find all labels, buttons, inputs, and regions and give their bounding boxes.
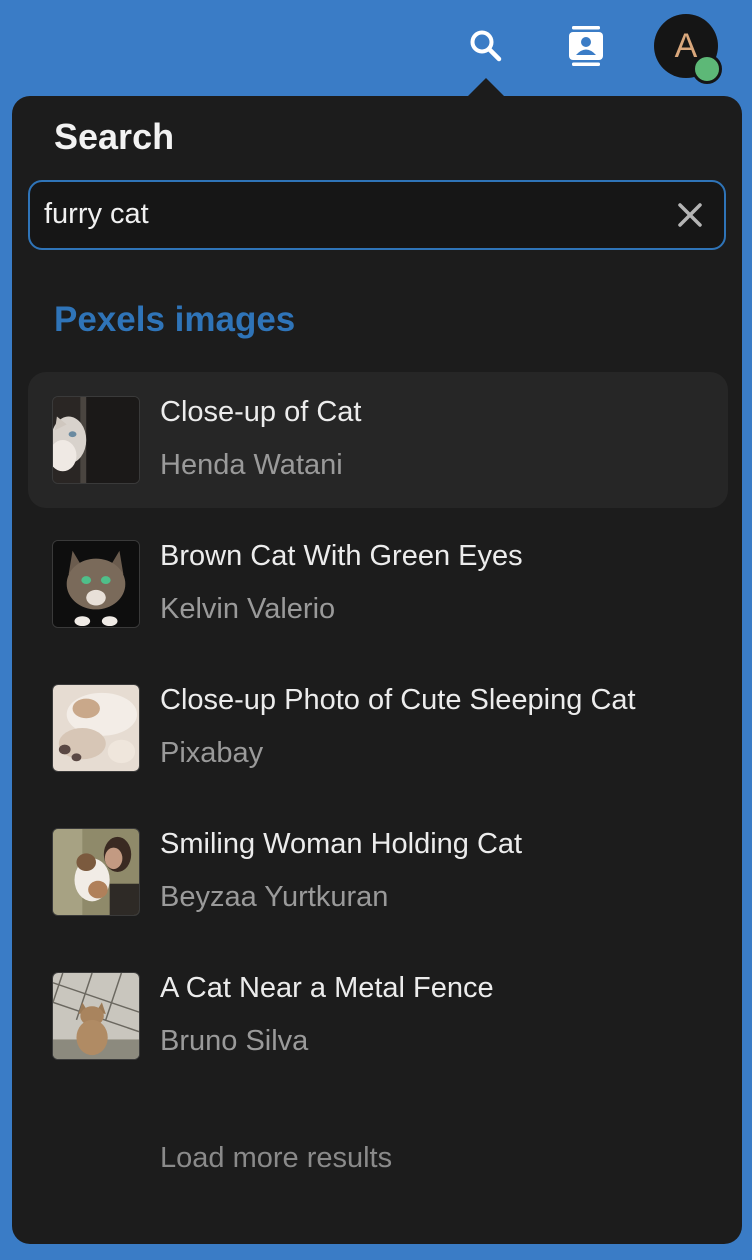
top-bar: A: [0, 0, 752, 98]
search-icon: [470, 30, 502, 62]
contacts-icon: [569, 26, 603, 66]
presence-indicator: [692, 54, 722, 84]
result-item[interactable]: Close-up of Cat Henda Watani: [28, 372, 728, 508]
result-thumbnail: [52, 828, 140, 916]
result-thumbnail: [52, 396, 140, 484]
result-item[interactable]: Brown Cat With Green Eyes Kelvin Valerio: [28, 516, 728, 652]
result-title: A Cat Near a Metal Fence: [160, 972, 494, 1004]
panel-title: Search: [54, 116, 175, 157]
result-author: Pixabay: [160, 737, 264, 769]
cat-near-fence-image: [53, 973, 139, 1059]
woman-with-cat-image: [53, 829, 139, 915]
close-icon: [678, 203, 702, 227]
result-thumbnail: [52, 684, 140, 772]
result-author: Kelvin Valerio: [160, 593, 336, 625]
sleeping-cat-image: [53, 685, 139, 771]
result-author: Beyzaa Yurtkuran: [160, 881, 389, 913]
cat-green-eyes-image: [53, 541, 139, 627]
search-field[interactable]: [28, 180, 726, 250]
result-author: Bruno Silva: [160, 1025, 309, 1057]
result-title: Close-up Photo of Cute Sleeping Cat: [160, 684, 636, 716]
load-more-button[interactable]: Load more results: [160, 1142, 392, 1175]
search-button[interactable]: [462, 22, 510, 70]
contacts-button[interactable]: [562, 22, 610, 70]
result-title: Close-up of Cat: [160, 396, 362, 428]
results-list: Close-up of Cat Henda Watani Brown Cat W…: [28, 372, 728, 1092]
clear-search-button[interactable]: [674, 199, 706, 231]
result-title: Brown Cat With Green Eyes: [160, 540, 523, 572]
search-input[interactable]: [44, 182, 664, 247]
result-item[interactable]: Smiling Woman Holding Cat Beyzaa Yurtkur…: [28, 804, 728, 940]
result-thumbnail: [52, 540, 140, 628]
result-title: Smiling Woman Holding Cat: [160, 828, 523, 860]
search-panel: Search Pexels images: [12, 96, 742, 1244]
result-item[interactable]: A Cat Near a Metal Fence Bruno Silva: [28, 948, 728, 1084]
section-heading: Pexels images: [54, 300, 296, 339]
cat-peeking-image: [53, 397, 139, 483]
result-item[interactable]: Close-up Photo of Cute Sleeping Cat Pixa…: [28, 660, 728, 796]
result-thumbnail: [52, 972, 140, 1060]
popover-caret: [466, 78, 506, 98]
result-author: Henda Watani: [160, 449, 343, 481]
